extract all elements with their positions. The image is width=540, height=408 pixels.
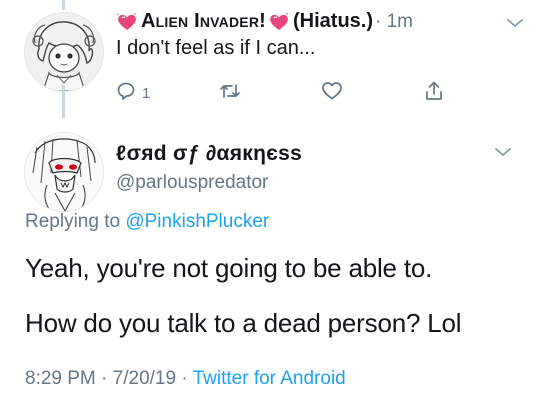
replying-to-handle-link[interactable]: @PinkishPlucker	[125, 211, 269, 232]
chevron-down-icon[interactable]	[506, 16, 524, 34]
reply-tweet[interactable]: Alien Invader! (Hiatus.) · 1m I don't fe…	[116, 10, 526, 106]
like-button[interactable]	[321, 81, 424, 105]
tweet-source-link[interactable]: Twitter for Android	[193, 368, 346, 389]
author-avatar[interactable]	[24, 132, 104, 212]
tweet-text-line-2: How do you talk to a dead person? Lol	[25, 308, 462, 338]
heart-emoji-icon	[116, 12, 138, 32]
reply-display-name[interactable]: Alien Invader!	[141, 10, 266, 33]
tweet-text-line-1: Yeah, you're not going to be able to.	[25, 253, 433, 283]
share-icon	[424, 80, 444, 106]
replying-to: Replying to @PinkishPlucker	[25, 211, 269, 233]
replying-to-label: Replying to	[25, 211, 121, 232]
tweet-time[interactable]: 8:29 PM	[25, 368, 96, 389]
heart-emoji-icon	[268, 12, 290, 32]
reply-avatar[interactable]	[24, 12, 104, 92]
author-display-name[interactable]: ℓσяd σƒ ∂αякηєѕѕ	[116, 142, 302, 166]
tweet-date[interactable]: 7/20/19	[113, 368, 176, 389]
reply-count: 1	[142, 84, 151, 102]
chevron-down-icon[interactable]	[494, 145, 512, 163]
action-bar: 1	[116, 80, 526, 106]
reply-display-name-suffix[interactable]: (Hiatus.)	[293, 10, 373, 33]
reply-text: I don't feel as if I can...	[116, 37, 316, 59]
reply-timestamp[interactable]: · 1m	[375, 11, 413, 33]
like-icon	[321, 81, 343, 105]
reply-icon	[116, 81, 136, 105]
retweet-button[interactable]	[219, 81, 322, 105]
thread-line-top	[62, 0, 65, 10]
author-handle[interactable]: @parlouspredator	[116, 172, 302, 194]
tweet-footer: 8:29 PM · 7/20/19 · Twitter for Android	[25, 368, 346, 390]
separator-dot: ·	[181, 368, 188, 389]
author-block[interactable]: ℓσяd σƒ ∂αякηєѕѕ @parlouspredator	[116, 142, 302, 194]
reply-header: Alien Invader! (Hiatus.) · 1m	[116, 10, 526, 33]
thread-line	[62, 85, 65, 118]
reply-button[interactable]: 1	[116, 81, 219, 105]
separator-dot: ·	[101, 368, 108, 389]
share-button[interactable]	[424, 80, 527, 106]
retweet-icon	[219, 81, 241, 105]
